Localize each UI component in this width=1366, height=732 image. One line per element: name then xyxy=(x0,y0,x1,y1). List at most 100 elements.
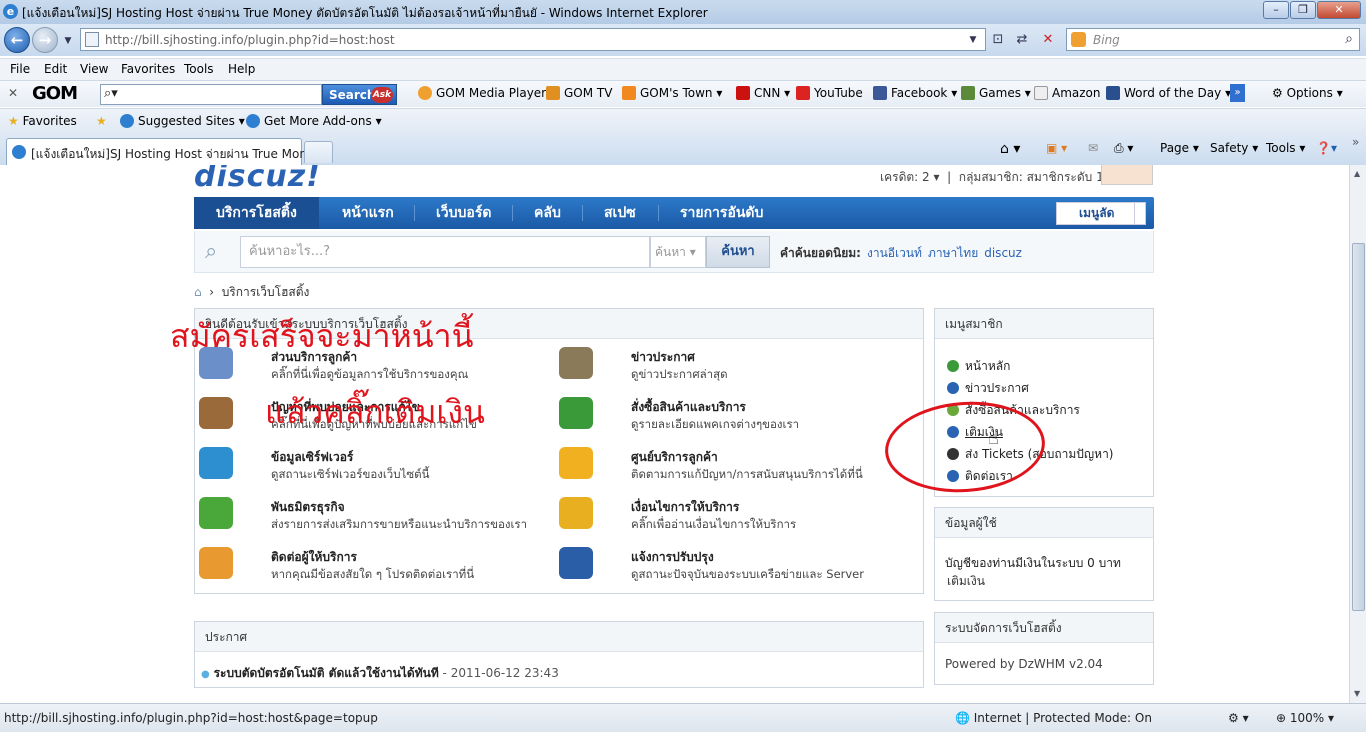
close-button[interactable]: ✕ xyxy=(1317,1,1361,19)
print-icon[interactable]: ⎙ ▾ xyxy=(1114,141,1133,156)
service-title[interactable]: เงื่อนไขการให้บริการ xyxy=(631,498,739,517)
menu-view[interactable]: View xyxy=(80,62,108,76)
menu-file[interactable]: File xyxy=(10,62,30,76)
breadcrumb-current[interactable]: บริการเว็บโฮสติ้ง xyxy=(222,285,310,299)
service-description: หากคุณมีข้อสงสัยใด ๆ โปรดติดต่อเราที่นี่ xyxy=(271,567,475,581)
address-bar[interactable]: http://bill.sjhosting.info/plugin.php?id… xyxy=(80,28,986,51)
member-menu-item[interactable]: ข่าวประกาศ xyxy=(947,379,1029,398)
back-button[interactable]: ← xyxy=(4,27,30,53)
page-menu[interactable]: Page ▾ xyxy=(1160,141,1199,155)
scroll-thumb[interactable] xyxy=(1352,243,1365,611)
gom-search-input[interactable]: ⌕▾ xyxy=(100,84,322,105)
add-favorite-icon[interactable]: ★ xyxy=(96,114,107,128)
help-icon[interactable]: ❓▾ xyxy=(1316,141,1337,155)
search-box[interactable]: Bing ⌕ xyxy=(1066,28,1360,51)
history-dropdown-icon[interactable]: ▼ xyxy=(58,31,78,51)
search-icon[interactable]: ⌕ xyxy=(1345,31,1353,47)
feeds-icon[interactable]: ▣ ▾ xyxy=(1046,141,1067,155)
favorites-button[interactable]: ★ Favorites xyxy=(8,114,77,128)
compatibility-view-icon[interactable]: ⊡ xyxy=(988,30,1008,50)
cnn-link[interactable]: CNN ▾ xyxy=(736,86,790,100)
member-menu-item[interactable]: หน้าหลัก xyxy=(947,357,1010,376)
service-item[interactable]: สั่งซื้อสินค้าและบริการ ดูรายละเอียดแพคเก… xyxy=(559,397,899,437)
options-button[interactable]: ⚙ Options ▾ xyxy=(1272,86,1343,100)
scroll-up-icon[interactable]: ▲ xyxy=(1354,169,1360,178)
toolbar-close-icon[interactable]: ✕ xyxy=(8,86,18,100)
service-description: คลิ๊กที่นี่เพื่อดูข้อมูลการใช้บริการของค… xyxy=(271,367,469,381)
service-item[interactable]: แจ้งการปรับปรุง ดูสถานะปัจจุบันของระบบเคร… xyxy=(559,547,899,587)
announcement-item: ● ระบบตัดบัตรอัตโนมัติ ตัดแล้วใช้งานได้ท… xyxy=(201,664,559,683)
maximize-button[interactable]: ❐ xyxy=(1290,1,1316,19)
avatar[interactable] xyxy=(1101,165,1153,185)
discuz-logo[interactable]: discuz! xyxy=(194,165,321,194)
bullet-icon: ● xyxy=(201,669,210,680)
nav-hosting[interactable]: บริการโฮสติ้ง xyxy=(194,197,319,229)
nav-home[interactable]: หน้าแรก xyxy=(320,197,416,229)
nav-ranking[interactable]: รายการอันดับ xyxy=(658,197,785,229)
topup-link[interactable]: เติมเงิน xyxy=(947,572,985,591)
address-dropdown-icon[interactable]: ▼ xyxy=(963,30,983,50)
word-of-day-link[interactable]: Word of the Day ▾ xyxy=(1106,86,1231,100)
quick-menu-button[interactable]: เมนูลัด xyxy=(1056,202,1146,225)
protected-mode-icon[interactable]: ⚙ ▾ xyxy=(1228,711,1249,725)
hand-cursor-icon: ☝ xyxy=(988,428,999,449)
service-item[interactable]: พันธมิตรธุรกิจ ส่งรายการส่งเสริมการขายหรื… xyxy=(199,497,539,537)
vertical-scrollbar[interactable]: ▲ ▼ xyxy=(1349,165,1366,703)
stop-icon[interactable]: ✕ xyxy=(1038,30,1058,50)
hot-keyword-link[interactable]: ภาษาไทย xyxy=(928,246,978,260)
menu-tools[interactable]: Tools xyxy=(184,62,214,76)
site-search-input[interactable]: ค้นหาอะไร...? xyxy=(240,236,650,268)
menu-help[interactable]: Help xyxy=(228,62,255,76)
toolbar-chevron-icon[interactable]: » xyxy=(1352,135,1359,149)
suggested-sites-link[interactable]: Suggested Sites ▾ xyxy=(120,114,245,128)
games-link[interactable]: Games ▾ xyxy=(961,86,1031,100)
service-item[interactable]: ติดต่อผู้ให้บริการ หากคุณมีข้อสงสัยใด ๆ โ… xyxy=(199,547,539,587)
youtube-link[interactable]: YouTube xyxy=(796,86,863,100)
service-item[interactable]: เงื่อนไขการให้บริการ คลิ๊กเพื่ออ่านเงื่อน… xyxy=(559,497,899,537)
hot-keyword-link[interactable]: discuz xyxy=(984,246,1022,260)
minimize-button[interactable]: – xyxy=(1263,1,1289,19)
scroll-down-icon[interactable]: ▼ xyxy=(1354,689,1360,698)
search-type-select[interactable]: ค้นหา ▾ xyxy=(650,236,706,268)
get-addons-link[interactable]: Get More Add-ons ▾ xyxy=(246,114,382,128)
gom-search-button[interactable]: Search Ask xyxy=(322,84,397,105)
nav-webboard[interactable]: เว็บบอร์ด xyxy=(414,197,513,229)
gom-tv-link[interactable]: GOM TV xyxy=(546,86,612,100)
service-title[interactable]: ข่าวประกาศ xyxy=(631,348,695,367)
nav-space[interactable]: สเปซ xyxy=(582,197,658,229)
zoom-control[interactable]: ⊕ 100% ▾ xyxy=(1276,711,1334,725)
refresh-icon[interactable]: ⇄ xyxy=(1012,30,1032,50)
zone-indicator[interactable]: 🌐 Internet | Protected Mode: On xyxy=(955,711,1152,725)
service-item[interactable]: ข่าวประกาศ ดูข่าวประกาศล่าสุด xyxy=(559,347,899,387)
announcement-link[interactable]: ระบบตัดบัตรอัตโนมัติ ตัดแล้วใช้งานได้ทัน… xyxy=(214,666,439,680)
tab-active[interactable]: [แจ้งเตือนใหม่]SJ Hosting Host จ่ายผ่าน … xyxy=(6,138,326,165)
new-tab-button[interactable] xyxy=(304,141,333,163)
tools-menu[interactable]: Tools ▾ xyxy=(1266,141,1305,155)
gom-media-player-link[interactable]: GOM Media Player xyxy=(418,86,546,100)
service-title[interactable]: พันธมิตรธุรกิจ xyxy=(271,498,345,517)
service-title[interactable]: ข้อมูลเซิร์ฟเวอร์ xyxy=(271,448,353,467)
service-title[interactable]: ติดต่อผู้ให้บริการ xyxy=(271,548,357,567)
more-chevron-icon[interactable]: » xyxy=(1230,84,1245,102)
service-title[interactable]: สั่งซื้อสินค้าและบริการ xyxy=(631,398,746,417)
menu-favorites[interactable]: Favorites xyxy=(121,62,175,76)
nav-club[interactable]: คลับ xyxy=(512,197,583,229)
menu-edit[interactable]: Edit xyxy=(44,62,67,76)
mail-icon[interactable]: ✉ xyxy=(1088,141,1098,155)
home-breadcrumb-icon[interactable]: ⌂ xyxy=(194,285,202,299)
home-icon[interactable]: ⌂ ▾ xyxy=(1000,141,1020,157)
gom-town-link[interactable]: GOM's Town ▾ xyxy=(622,86,722,100)
facebook-link[interactable]: Facebook ▾ xyxy=(873,86,957,100)
credits-text[interactable]: เครดิต: 2 xyxy=(880,170,930,184)
service-item[interactable]: ศูนย์บริการลูกค้า ติดตามการแก้ปัญหา/การสน… xyxy=(559,447,899,487)
safety-menu-label: Safety xyxy=(1210,141,1249,155)
search-submit-button[interactable]: ค้นหา xyxy=(706,236,770,268)
safety-menu[interactable]: Safety ▾ xyxy=(1210,141,1258,155)
amazon-link[interactable]: Amazon xyxy=(1034,86,1101,100)
hot-keyword-link[interactable]: งานอีเวนท์ xyxy=(867,246,922,260)
service-icon xyxy=(199,497,233,529)
service-title[interactable]: ศูนย์บริการลูกค้า xyxy=(631,448,718,467)
forward-button[interactable]: → xyxy=(32,27,58,53)
service-title[interactable]: แจ้งการปรับปรุง xyxy=(631,548,714,567)
service-item[interactable]: ข้อมูลเซิร์ฟเวอร์ ดูสถานะเซิร์ฟเวอร์ของเว… xyxy=(199,447,539,487)
